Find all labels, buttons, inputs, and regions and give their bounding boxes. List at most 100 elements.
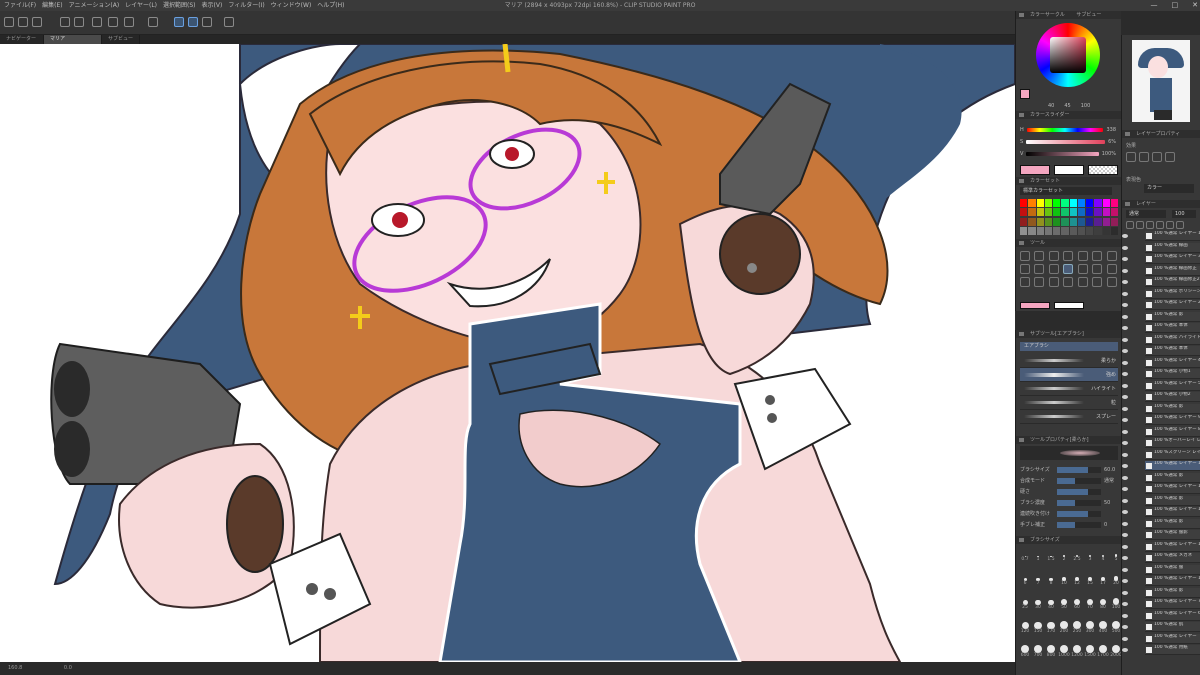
eraser-icon[interactable] bbox=[1092, 264, 1103, 274]
layer-row[interactable]: 100 %通常 レイヤー 2 bbox=[1145, 300, 1200, 310]
layer-visibility-icon[interactable] bbox=[1122, 418, 1128, 422]
palette-swatch[interactable] bbox=[1110, 226, 1118, 235]
layer-row[interactable]: 100 %通常 レイヤー 6 bbox=[1145, 610, 1200, 621]
subtool-item-selected[interactable]: 強め bbox=[1020, 368, 1118, 382]
trash-icon[interactable] bbox=[1176, 221, 1184, 229]
layer-row[interactable]: 100 %通常 レイヤー 5 bbox=[1145, 380, 1200, 391]
palette-swatch[interactable] bbox=[1036, 208, 1044, 217]
brush-size-option[interactable]: 120 bbox=[1018, 620, 1032, 634]
pen-icon[interactable] bbox=[1020, 264, 1030, 274]
clip-icon[interactable] bbox=[1146, 221, 1154, 229]
rotation-readout[interactable]: 0.0 bbox=[64, 665, 72, 671]
layer-row[interactable]: 100 %通常 服影 bbox=[1145, 530, 1200, 540]
lock-icon[interactable] bbox=[1156, 221, 1164, 229]
palette-swatch[interactable] bbox=[1036, 217, 1044, 226]
palette-swatch[interactable] bbox=[1061, 217, 1069, 226]
tool-property-bar[interactable] bbox=[1057, 488, 1101, 495]
brush-size-option[interactable]: 7 bbox=[1031, 572, 1045, 586]
save-icon[interactable] bbox=[32, 17, 42, 27]
snap-special-icon[interactable] bbox=[202, 17, 212, 27]
palette-swatch[interactable] bbox=[1053, 199, 1061, 207]
navigator-thumbnail[interactable] bbox=[1132, 40, 1190, 122]
layer-row[interactable]: 100 %通常 本体 bbox=[1145, 323, 1200, 333]
layer-visibility-icon[interactable] bbox=[1122, 337, 1128, 342]
brush-size-option[interactable]: 6 bbox=[1018, 572, 1032, 586]
layer-visibility-icon[interactable] bbox=[1122, 291, 1128, 296]
layer-row[interactable]: 100 %通常 メガネ bbox=[1145, 553, 1200, 563]
brush-size-option[interactable]: 1000 bbox=[1057, 644, 1071, 658]
menu-window[interactable]: ウィンドウ(W) bbox=[271, 0, 312, 11]
tab-navigator[interactable]: ナビゲーター bbox=[0, 35, 44, 44]
brush-size-option[interactable]: 0.7 bbox=[1018, 548, 1032, 562]
brush-size-option[interactable]: 3 bbox=[1083, 548, 1097, 562]
brush-size-option[interactable]: 800 bbox=[1044, 644, 1058, 658]
palette-swatch[interactable] bbox=[1094, 199, 1102, 207]
layer-row[interactable]: 100 %通常 小物2 bbox=[1145, 392, 1200, 402]
brush-icon[interactable] bbox=[1048, 264, 1059, 274]
tool-property-row[interactable]: 硬さ bbox=[1020, 486, 1118, 497]
layer-row[interactable]: 100 %通常 レイヤー 10 bbox=[1145, 576, 1200, 586]
transparent-color-chip[interactable] bbox=[1088, 165, 1118, 175]
new-folder-icon[interactable] bbox=[1136, 221, 1144, 229]
layer-visibility-icon[interactable] bbox=[1122, 280, 1128, 284]
minimize-button[interactable]: — bbox=[1151, 0, 1158, 11]
menu-help[interactable]: ヘルプ(H) bbox=[317, 0, 344, 11]
tool-property-bar[interactable] bbox=[1057, 510, 1101, 517]
airbrush-icon[interactable] bbox=[1063, 264, 1074, 274]
layer-visibility-icon[interactable] bbox=[1122, 579, 1128, 583]
color-set-select[interactable]: 標準カラーセット bbox=[1020, 187, 1112, 195]
layer-visibility-icon[interactable] bbox=[1122, 498, 1128, 503]
text-icon[interactable] bbox=[1092, 277, 1103, 287]
palette-swatch[interactable] bbox=[1102, 199, 1110, 207]
brush-size-option[interactable]: 50 bbox=[1057, 596, 1071, 610]
layer-row[interactable]: 100 %通常 本体 bbox=[1145, 346, 1200, 356]
brush-size-option[interactable]: 1 bbox=[1031, 548, 1045, 562]
new-file-icon[interactable] bbox=[4, 17, 14, 27]
palette-swatch[interactable] bbox=[1053, 217, 1061, 226]
auto-select-icon[interactable] bbox=[1092, 251, 1103, 261]
palette-swatch[interactable] bbox=[1044, 208, 1052, 217]
eyedropper-icon[interactable] bbox=[1106, 251, 1117, 261]
magnifier-icon[interactable] bbox=[1020, 251, 1030, 261]
snap-ruler-icon[interactable] bbox=[174, 17, 184, 27]
brush-size-option[interactable]: 25 bbox=[1018, 596, 1032, 610]
layer-row[interactable]: 100 %通常 ポリシーン bbox=[1145, 288, 1200, 299]
gradient-icon[interactable] bbox=[1034, 277, 1045, 287]
layer-visibility-icon[interactable] bbox=[1122, 234, 1128, 238]
palette-swatch[interactable] bbox=[1102, 208, 1110, 217]
layer-visibility-icon[interactable] bbox=[1122, 268, 1128, 273]
color-wheel-square[interactable] bbox=[1050, 37, 1086, 73]
layer-visibility-icon[interactable] bbox=[1122, 556, 1128, 560]
palette-swatch[interactable] bbox=[1086, 217, 1094, 226]
tool-property-bar[interactable] bbox=[1057, 477, 1101, 484]
palette-swatch[interactable] bbox=[1069, 199, 1077, 207]
palette-swatch[interactable] bbox=[1086, 226, 1094, 235]
layer-visibility-icon[interactable] bbox=[1122, 360, 1128, 365]
layer-visibility-icon[interactable] bbox=[1122, 510, 1128, 514]
tone-icon[interactable] bbox=[1152, 152, 1162, 162]
fill-icon[interactable] bbox=[124, 17, 134, 27]
palette-swatch[interactable] bbox=[1110, 217, 1118, 226]
layer-row[interactable]: 100 %スクリーン レイヤー 15 bbox=[1145, 449, 1200, 460]
palette-swatch[interactable] bbox=[1077, 199, 1085, 207]
menu-view[interactable]: 表示(V) bbox=[202, 0, 223, 11]
subtool-item[interactable]: 粒 bbox=[1020, 396, 1118, 410]
palette-swatch[interactable] bbox=[1077, 208, 1085, 217]
palette-swatch[interactable] bbox=[1110, 208, 1118, 217]
palette-swatch[interactable] bbox=[1044, 199, 1052, 207]
brush-size-option[interactable]: 12 bbox=[1070, 572, 1084, 586]
tab-canvas[interactable]: マリア bbox=[44, 35, 102, 44]
color-set-grid[interactable] bbox=[1020, 199, 1118, 235]
palette-swatch[interactable] bbox=[1028, 226, 1036, 235]
undo-icon[interactable] bbox=[60, 17, 70, 27]
layer-row[interactable]: 100 %通常 影 bbox=[1145, 518, 1200, 529]
color-wheel[interactable] bbox=[1036, 23, 1100, 87]
tool-main-color[interactable] bbox=[1020, 302, 1050, 309]
palette-swatch[interactable] bbox=[1028, 208, 1036, 217]
subtool-item[interactable]: スプレー bbox=[1020, 410, 1118, 424]
layer-row[interactable]: 100 %通常 線画修正2 bbox=[1145, 277, 1200, 287]
snap-grid-icon[interactable] bbox=[188, 17, 198, 27]
layer-visibility-icon[interactable] bbox=[1122, 372, 1128, 376]
palette-swatch[interactable] bbox=[1061, 208, 1069, 217]
layer-row[interactable]: 100 %通常 レイヤー 4 bbox=[1145, 357, 1200, 368]
